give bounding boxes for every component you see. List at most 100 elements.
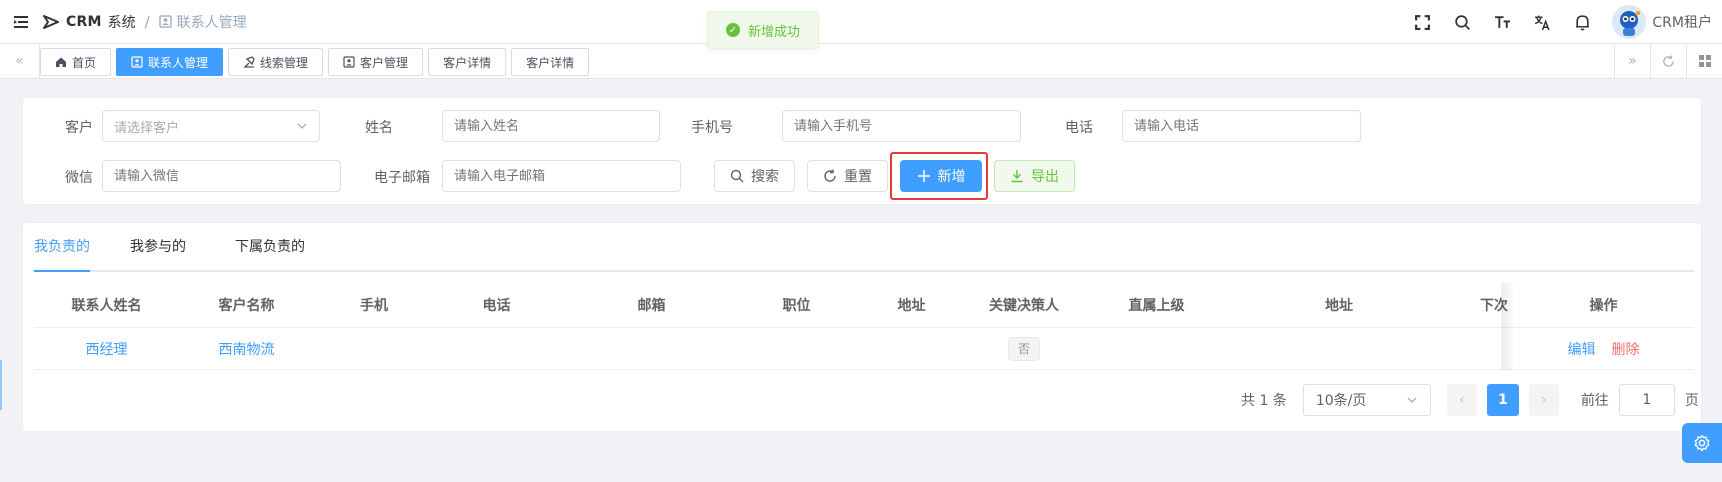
brand-suffix: 系统 <box>107 14 136 31</box>
tag-customer-management[interactable]: 客户管理 <box>328 48 424 76</box>
tab-subordinate-responsible[interactable]: 下属负责的 <box>235 223 305 272</box>
tag-label: 客户管理 <box>360 55 409 70</box>
tag-clue-management[interactable]: 线索管理 <box>228 48 324 76</box>
home-icon <box>56 57 66 67</box>
customer-label: 客户 <box>65 120 93 136</box>
table-card: 我负责的 我参与的 下属负责的 联系人姓名 客户名称 手机 电话 邮箱 职位 地… <box>22 222 1702 432</box>
column-header-customer-name: 客户名称 <box>218 298 275 314</box>
tab-my-participated[interactable]: 我参与的 <box>130 223 186 272</box>
search-icon[interactable] <box>1442 0 1482 44</box>
contact-icon <box>131 56 143 68</box>
column-header-key-decision: 关键决策人 <box>989 298 1059 314</box>
customer-select-placeholder: 请选择客户 <box>114 120 180 136</box>
wechat-label: 微信 <box>65 170 93 186</box>
clue-icon <box>244 56 255 68</box>
toast-message: 新增成功 <box>747 24 800 40</box>
search-icon <box>730 169 744 183</box>
column-header-position: 职位 <box>782 298 811 314</box>
key-decision-badge: 否 <box>1007 336 1040 361</box>
tag-label: 联系人管理 <box>148 55 209 70</box>
wechat-input[interactable] <box>102 160 341 192</box>
brand[interactable]: CRM 系统 <box>42 12 136 32</box>
search-button[interactable]: 搜索 <box>714 160 795 192</box>
tag-customer-detail[interactable]: 客户详情 <box>511 48 590 76</box>
search-button-label: 搜索 <box>751 169 779 185</box>
contact-icon <box>159 15 172 28</box>
chevron-down-icon <box>1407 397 1417 403</box>
column-header-mobile: 手机 <box>360 298 388 314</box>
phone-input[interactable] <box>1122 110 1361 142</box>
download-icon <box>1011 170 1023 183</box>
brand-logo-icon <box>43 14 59 29</box>
cell-key-decision: 否 <box>974 328 1074 369</box>
mobile-input[interactable] <box>782 110 1021 142</box>
delete-link[interactable]: 删除 <box>1612 339 1640 359</box>
tags-scroll-right-icon[interactable]: » <box>1614 44 1650 78</box>
tags-list: 首页 联系人管理 线索管理 客户管理 客户详情 客户详情 <box>40 48 590 76</box>
cell-contact-name[interactable]: 西经理 <box>34 328 179 369</box>
fullscreen-icon[interactable] <box>1402 0 1442 44</box>
check-circle-icon: ✓ <box>725 23 740 37</box>
tag-customer-detail[interactable]: 客户详情 <box>428 48 507 76</box>
fixed-actions-column: 操作 编辑 删除 <box>1513 283 1694 370</box>
row-actions: 编辑 删除 <box>1513 328 1694 370</box>
column-header-superior: 直属上级 <box>1128 298 1185 314</box>
header-tools: CRM租户 <box>1402 0 1722 44</box>
tab-my-responsible[interactable]: 我负责的 <box>34 223 90 272</box>
tags-view: « 首页 联系人管理 线索管理 客户管理 客户详情 客户详情 » <box>0 44 1722 79</box>
page-size-value: 10条/页 <box>1315 393 1367 409</box>
name-label: 姓名 <box>365 120 393 136</box>
customer-icon <box>343 56 355 68</box>
prev-page-button[interactable]: ‹ <box>1446 384 1477 416</box>
tag-home[interactable]: 首页 <box>40 48 112 76</box>
search-form-card: 客户 请选择客户 姓名 手机号 电话 微信 电子邮箱 搜索 重置 新增 导出 <box>22 97 1702 205</box>
email-input[interactable] <box>442 160 681 192</box>
breadcrumb-current-label: 联系人管理 <box>176 14 247 31</box>
success-toast: ✓ 新增成功 <box>707 11 819 49</box>
pagination: 共 1 条 10条/页 ‹ 1 › 前往 1 页 <box>1241 384 1699 416</box>
bell-icon[interactable] <box>1562 0 1602 44</box>
username[interactable]: CRM租户 <box>1652 12 1712 32</box>
table-row: 西经理 西南物流 否 <box>34 328 1694 370</box>
tabs: 我负责的 我参与的 下属负责的 <box>34 223 1694 272</box>
page-suffix: 页 <box>1684 393 1699 409</box>
settings-button[interactable] <box>1682 423 1722 463</box>
grid-menu-icon[interactable] <box>1686 44 1722 78</box>
cell-customer-name[interactable]: 西南物流 <box>179 328 314 369</box>
email-label: 电子邮箱 <box>374 170 430 186</box>
page-size-select[interactable]: 10条/页 <box>1302 384 1431 416</box>
translate-icon[interactable] <box>1522 0 1562 44</box>
mobile-label: 手机号 <box>691 120 733 136</box>
chevron-down-icon <box>297 123 307 129</box>
tag-label: 线索管理 <box>260 55 309 70</box>
top-navbar: CRM 系统 / 联系人管理 CRM租户 <box>0 0 1722 44</box>
breadcrumb-current: 联系人管理 <box>159 12 247 32</box>
goto-label: 前往 <box>1580 393 1609 409</box>
goto-page-input[interactable]: 1 <box>1618 384 1675 416</box>
tags-scroll-left-icon[interactable]: « <box>0 44 40 78</box>
export-button[interactable]: 导出 <box>994 160 1075 192</box>
column-header-address-2: 地址 <box>1325 298 1353 314</box>
customer-select[interactable]: 请选择客户 <box>102 110 320 142</box>
reset-button-label: 重置 <box>844 169 872 185</box>
page-number-current[interactable]: 1 <box>1486 384 1519 416</box>
tags-actions: » <box>1614 44 1722 78</box>
font-size-icon[interactable] <box>1482 0 1522 44</box>
reset-button[interactable]: 重置 <box>807 160 888 192</box>
hamburger-menu-icon[interactable] <box>0 0 42 44</box>
refresh-icon[interactable] <box>1650 44 1686 78</box>
add-button-highlight <box>890 152 988 200</box>
export-button-label: 导出 <box>1031 169 1059 185</box>
avatar[interactable] <box>1612 5 1647 39</box>
refresh-icon <box>824 169 836 182</box>
next-page-button[interactable]: › <box>1528 384 1559 416</box>
left-edge-indicator <box>0 360 2 410</box>
column-header-contact-name: 联系人姓名 <box>71 298 142 314</box>
table-header: 联系人姓名 客户名称 手机 电话 邮箱 职位 地址 关键决策人 直属上级 地址 … <box>34 283 1694 328</box>
name-input[interactable] <box>442 110 660 142</box>
edit-link[interactable]: 编辑 <box>1568 339 1596 359</box>
column-header-email: 邮箱 <box>637 298 666 314</box>
tag-label: 客户详情 <box>443 55 492 70</box>
tag-contact-management[interactable]: 联系人管理 <box>116 48 224 76</box>
column-header-address: 地址 <box>897 298 926 314</box>
